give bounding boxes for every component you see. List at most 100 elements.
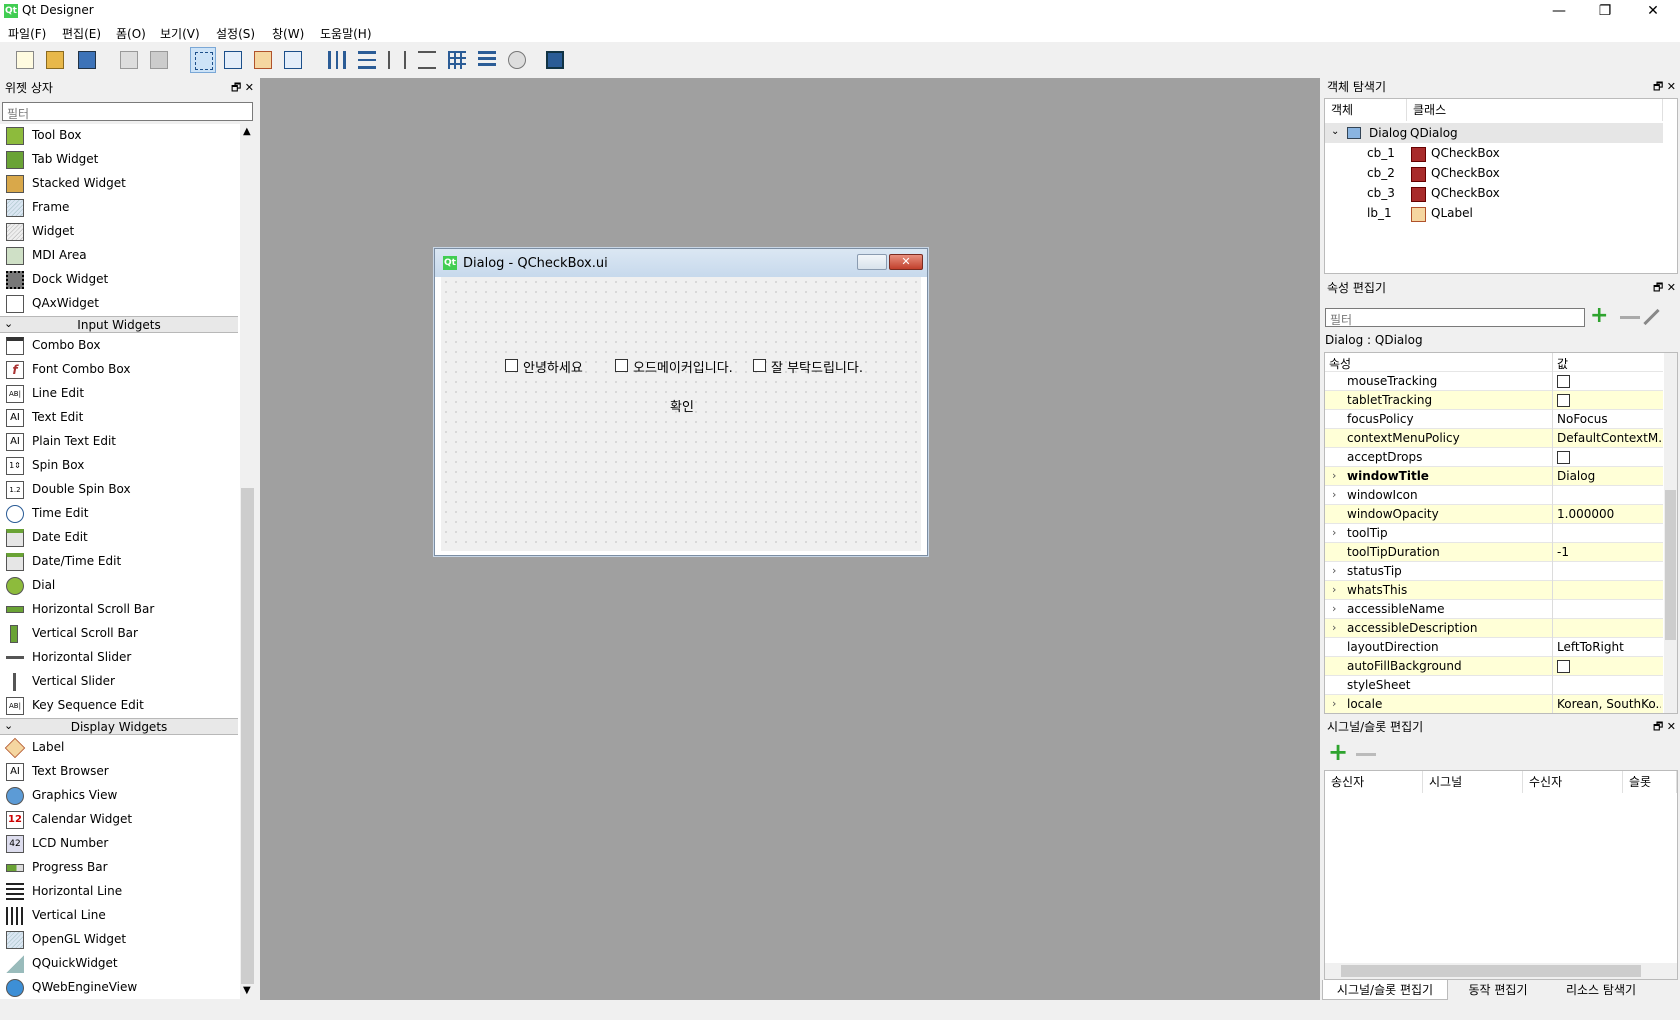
widget-item-widget[interactable]: Widget <box>0 220 238 244</box>
signal-slot-table[interactable]: 송신자 시그널 수신자 슬롯 <box>1324 770 1678 980</box>
widget-item-double-spin-box[interactable]: 1.2 Double Spin Box <box>0 478 238 502</box>
widget-item-line-edit[interactable]: AB| Line Edit <box>0 382 238 406</box>
chevron-right-icon[interactable]: › <box>1332 564 1336 577</box>
property-row[interactable]: › statusTip <box>1325 562 1663 581</box>
widget-item-qquickwidget[interactable]: QQuickWidget <box>0 952 238 976</box>
widget-item-time-edit[interactable]: Time Edit <box>0 502 238 526</box>
widget-item-tool-box[interactable]: Tool Box <box>0 124 238 148</box>
dock-float-close-icon[interactable]: 🗗 ✕ <box>1653 279 1676 297</box>
minimize-button[interactable]: — <box>1536 0 1582 22</box>
tree-row-cb-3[interactable]: cb_3 QCheckBox <box>1325 183 1663 203</box>
add-connection-icon[interactable]: + <box>1328 740 1348 764</box>
menu-form[interactable]: 폼(O) <box>116 25 146 42</box>
widget-item-vertical-slider[interactable]: Vertical Slider <box>0 670 238 694</box>
menu-help[interactable]: 도움말(H) <box>320 25 372 42</box>
save-icon[interactable] <box>74 47 100 73</box>
tree-row-cb-2[interactable]: cb_2 QCheckBox <box>1325 163 1663 183</box>
widget-item-key-sequence-edit[interactable]: AB| Key Sequence Edit <box>0 694 238 718</box>
close-button[interactable]: ✕ <box>1630 0 1676 22</box>
widget-item-qaxwidget[interactable]: QAxWidget <box>0 292 238 316</box>
col-object-header[interactable]: 객체 <box>1325 99 1407 121</box>
property-checkbox[interactable] <box>1557 451 1570 464</box>
property-row[interactable]: tabletTracking <box>1325 391 1663 410</box>
property-value[interactable]: DefaultContextM... <box>1557 431 1661 445</box>
scroll-up-icon[interactable]: ▲ <box>243 126 251 137</box>
col-class-header[interactable]: 클래스 <box>1407 99 1663 121</box>
edit-tab-order-icon[interactable] <box>280 47 306 73</box>
tab-signal-slot-editor[interactable]: 시그널/슬롯 편집기 <box>1322 980 1448 1000</box>
tree-row-lb-1[interactable]: lb_1 QLabel <box>1325 203 1663 223</box>
chevron-right-icon[interactable]: › <box>1332 602 1336 615</box>
form-window[interactable]: Qt Dialog - QCheckBox.ui ✕ 안녕하세요 오드메이커입니… <box>434 248 928 556</box>
property-row[interactable]: › windowTitle Dialog <box>1325 467 1663 486</box>
menu-file[interactable]: 파일(F) <box>8 25 46 42</box>
property-row[interactable]: layoutDirection LeftToRight <box>1325 638 1663 657</box>
remove-connection-icon[interactable] <box>1356 753 1376 756</box>
form-close-button[interactable]: ✕ <box>889 254 923 270</box>
dock-float-close-icon[interactable]: 🗗 ✕ <box>231 79 254 97</box>
widget-item-stacked-widget[interactable]: Stacked Widget <box>0 172 238 196</box>
category-input-widgets[interactable]: ⌄ Input Widgets <box>0 316 238 333</box>
widget-item-mdi-area[interactable]: MDI Area <box>0 244 238 268</box>
widget-item-date-time-edit[interactable]: Date/Time Edit <box>0 550 238 574</box>
property-table[interactable]: 속성 값 mouseTracking tabletTracking focusPol… <box>1324 352 1678 714</box>
layout-vertical-icon[interactable] <box>354 47 380 73</box>
configure-wrench-icon[interactable] <box>1643 308 1660 326</box>
widget-item-qwebengineview[interactable]: QWebEngineView <box>0 976 238 999</box>
chevron-right-icon[interactable]: › <box>1332 583 1336 596</box>
property-checkbox[interactable] <box>1557 660 1570 673</box>
widget-item-combo-box[interactable]: Combo Box <box>0 334 238 358</box>
widget-item-horizontal-scroll-bar[interactable]: Horizontal Scroll Bar <box>0 598 238 622</box>
property-row[interactable]: focusPolicy NoFocus <box>1325 410 1663 429</box>
remove-property-icon[interactable] <box>1620 316 1640 319</box>
label-lb-1[interactable]: 확인 <box>670 396 694 415</box>
adjust-size-icon[interactable] <box>542 47 568 73</box>
chevron-right-icon[interactable]: › <box>1332 621 1336 634</box>
widget-item-spin-box[interactable]: 1⇕ Spin Box <box>0 454 238 478</box>
col-slot-header[interactable]: 슬롯 <box>1623 771 1677 793</box>
widget-filter-input[interactable]: 필터 <box>2 102 253 121</box>
tab-action-editor[interactable]: 동작 편집기 <box>1450 980 1546 1000</box>
property-value[interactable]: Korean, SouthKo... <box>1557 697 1661 711</box>
menu-edit[interactable]: 편집(E) <box>62 25 101 42</box>
property-row[interactable]: › accessibleDescription <box>1325 619 1663 638</box>
new-file-icon[interactable] <box>12 47 38 73</box>
tab-resource-browser[interactable]: 리소스 탐색기 <box>1548 980 1654 1000</box>
widget-item-horizontal-line[interactable]: Horizontal Line <box>0 880 238 904</box>
object-inspector-tree[interactable]: 객체 클래스 ⌄ Dialog QDialog cb_1 QCheckBox c… <box>1324 98 1678 274</box>
property-row[interactable]: windowOpacity 1.000000 <box>1325 505 1663 524</box>
menu-window[interactable]: 창(W) <box>272 25 304 42</box>
widget-item-text-browser[interactable]: AI Text Browser <box>0 760 238 784</box>
property-value[interactable]: -1 <box>1557 545 1661 559</box>
layout-v-splitter-icon[interactable] <box>414 47 440 73</box>
property-filter-input[interactable]: 필터 <box>1325 308 1585 327</box>
widget-list-scroll-thumb[interactable] <box>241 488 254 984</box>
form-title-bar[interactable]: Qt Dialog - QCheckBox.ui ✕ <box>435 249 927 277</box>
widget-item-dock-widget[interactable]: Dock Widget <box>0 268 238 292</box>
dock-float-close-icon[interactable]: 🗗 ✕ <box>1653 718 1676 736</box>
chevron-right-icon[interactable]: › <box>1332 697 1336 710</box>
bring-to-front-icon[interactable] <box>146 47 172 73</box>
property-row[interactable]: acceptDrops <box>1325 448 1663 467</box>
property-row[interactable]: autoFillBackground <box>1325 657 1663 676</box>
form-canvas[interactable]: 안녕하세요 오드메이커입니다. 잘 부탁드립니다. 확인 <box>441 277 921 551</box>
widget-item-tab-widget[interactable]: Tab Widget <box>0 148 238 172</box>
dock-float-close-icon[interactable]: 🗗 ✕ <box>1653 78 1676 96</box>
widget-item-opengl-widget[interactable]: OpenGL Widget <box>0 928 238 952</box>
layout-h-splitter-icon[interactable] <box>384 47 410 73</box>
edit-widgets-icon[interactable] <box>190 47 216 73</box>
property-row[interactable]: › locale Korean, SouthKo... <box>1325 695 1663 713</box>
property-row[interactable]: styleSheet <box>1325 676 1663 695</box>
form-minimize-button[interactable] <box>857 254 887 270</box>
property-scroll-thumb[interactable] <box>1665 490 1676 640</box>
widget-item-graphics-view[interactable]: Graphics View <box>0 784 238 808</box>
widget-item-calendar-widget[interactable]: 12 Calendar Widget <box>0 808 238 832</box>
widget-item-font-combo-box[interactable]: f Font Combo Box <box>0 358 238 382</box>
col-signal-header[interactable]: 시그널 <box>1423 771 1523 793</box>
widget-item-horizontal-slider[interactable]: Horizontal Slider <box>0 646 238 670</box>
property-row[interactable]: › whatsThis <box>1325 581 1663 600</box>
property-row[interactable]: mouseTracking <box>1325 372 1663 391</box>
widget-item-progress-bar[interactable]: Progress Bar <box>0 856 238 880</box>
property-value[interactable]: Dialog <box>1557 469 1661 483</box>
widget-item-plain-text-edit[interactable]: AI Plain Text Edit <box>0 430 238 454</box>
